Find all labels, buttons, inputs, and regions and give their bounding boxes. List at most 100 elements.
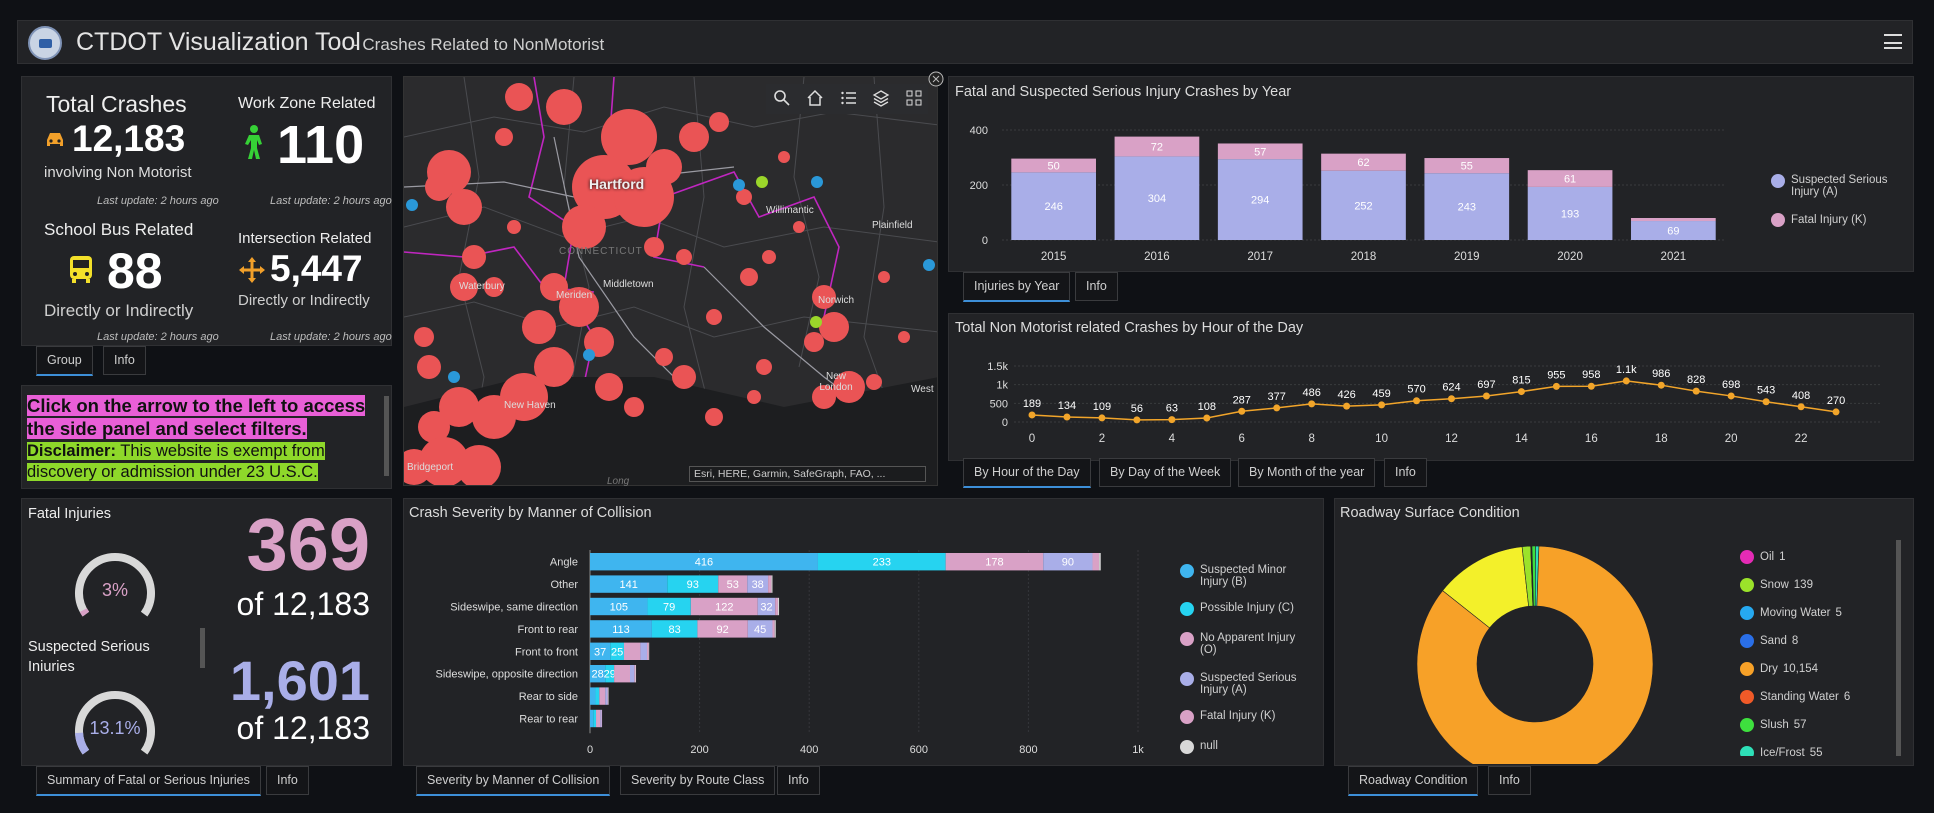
map-label-middletown: Middletown bbox=[603, 279, 654, 290]
hour-value-label: 624 bbox=[1442, 382, 1460, 394]
hour-value-label: 986 bbox=[1652, 368, 1670, 380]
schoolbus-sub: Directly or Indirectly bbox=[44, 301, 194, 320]
severity-chart: 0 200 400 600 800 1k Angle 416 233 178 90 Other 141 9… bbox=[436, 550, 1144, 756]
x-tick-label: 12 bbox=[1445, 433, 1458, 445]
legend-swatch-fatal2 bbox=[1180, 710, 1194, 724]
surface-legend-item[interactable]: Snow 139 bbox=[1740, 578, 1890, 606]
hour-point bbox=[1552, 382, 1560, 390]
workzone-updated: Last update: 2 hours ago bbox=[270, 195, 392, 207]
surface-legend-item[interactable]: Moving Water 5 bbox=[1740, 606, 1890, 634]
filter-instructions: Click on the arrow to the left to access… bbox=[27, 394, 382, 440]
tab-group[interactable]: Group bbox=[36, 346, 93, 376]
tab-severity-info[interactable]: Info bbox=[777, 766, 820, 795]
severity-bar-segment bbox=[600, 709, 602, 728]
hour-point bbox=[1413, 397, 1421, 405]
severity-bar-segment bbox=[774, 620, 776, 638]
surface-legend-scrollbar[interactable] bbox=[1896, 540, 1901, 756]
bar-value-label: 62 bbox=[1357, 157, 1369, 169]
fatal-label: Fatal Injuries bbox=[28, 506, 112, 522]
legend-swatch-null bbox=[1180, 740, 1194, 754]
surface-legend-item[interactable]: Sand 8 bbox=[1740, 634, 1890, 662]
tab-by-day-of-week[interactable]: By Day of the Week bbox=[1099, 458, 1232, 487]
tab-summary-info[interactable]: Info bbox=[266, 766, 309, 795]
school-bus-icon bbox=[70, 256, 92, 283]
surface-legend-label: Oil bbox=[1760, 551, 1775, 564]
severity-bar-segment bbox=[777, 597, 780, 616]
surface-legend-value: 57 bbox=[1793, 719, 1807, 732]
tab-by-month[interactable]: By Month of the year bbox=[1238, 458, 1376, 487]
y-tick-label: 1.5k bbox=[987, 361, 1008, 373]
tab-injuries-info[interactable]: Info bbox=[1075, 272, 1118, 301]
tab-surface-info[interactable]: Info bbox=[1488, 766, 1531, 795]
car-icon bbox=[47, 133, 63, 146]
intersection-arrows-icon bbox=[239, 257, 265, 283]
tab-by-hour-info[interactable]: Info bbox=[1384, 458, 1427, 487]
x-tick-label: 6 bbox=[1239, 433, 1245, 445]
home-icon[interactable] bbox=[806, 89, 824, 107]
severity-bar-segment bbox=[614, 665, 631, 683]
legend-swatch bbox=[1740, 550, 1754, 564]
hour-value-label: 108 bbox=[1198, 401, 1216, 413]
legend-swatch-possible bbox=[1180, 602, 1194, 616]
hamburger-menu-icon[interactable] bbox=[1884, 34, 1902, 49]
x-tick-label: 2021 bbox=[1661, 251, 1687, 263]
bar-value-label: 243 bbox=[1458, 202, 1476, 214]
layers-icon[interactable] bbox=[872, 89, 890, 107]
severity-bar-segment bbox=[634, 665, 636, 683]
map-label-state: CONNECTICUT bbox=[559, 246, 643, 257]
severity-bar-segment bbox=[635, 665, 637, 683]
hour-point bbox=[1168, 416, 1176, 424]
surface-legend-item[interactable]: Standing Water 6 bbox=[1740, 690, 1890, 718]
legend-swatch bbox=[1740, 606, 1754, 620]
x-tick-label: 2019 bbox=[1454, 251, 1480, 263]
intersection-value: 5,447 bbox=[270, 248, 363, 289]
surface-legend-item[interactable]: Ice/Frost 55 bbox=[1740, 746, 1890, 756]
app-subtitle: - Crashes Related to NonMotorist bbox=[352, 35, 605, 54]
surface-legend-label: Dry bbox=[1760, 663, 1778, 676]
segment-value-label: 37 bbox=[594, 646, 606, 658]
tab-injuries-by-year[interactable]: Injuries by Year bbox=[963, 272, 1071, 302]
y-tick-label: 500 bbox=[990, 398, 1008, 410]
hour-value-label: 698 bbox=[1722, 379, 1740, 391]
search-icon[interactable] bbox=[773, 89, 791, 107]
tab-roadway-condition[interactable]: Roadway Condition bbox=[1348, 766, 1479, 796]
segment-value-label: 29 bbox=[604, 669, 616, 681]
surface-legend-item[interactable]: Oil 1 bbox=[1740, 550, 1890, 578]
filter-instructions-text: Click on the arrow to the left to access… bbox=[27, 395, 366, 439]
tab-by-hour[interactable]: By Hour of the Day bbox=[963, 458, 1091, 488]
bar-value-label: 72 bbox=[1151, 142, 1163, 154]
segment-value-label: 105 bbox=[610, 602, 628, 614]
severity-bar-segment bbox=[640, 642, 647, 660]
hour-value-label: 134 bbox=[1058, 400, 1076, 412]
hour-line bbox=[1031, 380, 1837, 421]
severity-bar-segment bbox=[775, 597, 778, 616]
segment-value-label: 83 bbox=[669, 624, 681, 636]
schoolbus-updated: Last update: 2 hours ago bbox=[97, 331, 219, 343]
severity-bar-segment bbox=[607, 687, 609, 705]
map-label-west: West bbox=[911, 384, 934, 395]
total-crashes-updated: Last update: 2 hours ago bbox=[97, 195, 219, 207]
worker-icon bbox=[245, 125, 262, 159]
tab-severity-manner[interactable]: Severity by Manner of Collision bbox=[416, 766, 611, 796]
legend-swatch bbox=[1740, 718, 1754, 732]
bar-value-label: 57 bbox=[1254, 146, 1266, 158]
hour-point bbox=[1657, 381, 1665, 389]
surface-legend-label: Snow bbox=[1760, 579, 1789, 592]
app-title: CTDOT Visualization Tool bbox=[76, 28, 361, 56]
legend-list-icon[interactable] bbox=[840, 89, 858, 107]
hour-point bbox=[1447, 395, 1455, 403]
hour-value-label: 426 bbox=[1337, 389, 1355, 401]
legend-swatch-minor bbox=[1180, 564, 1194, 578]
surface-legend-item[interactable]: Slush 57 bbox=[1740, 718, 1890, 746]
severity-bar-segment bbox=[1099, 553, 1101, 571]
expand-icon[interactable] bbox=[928, 71, 944, 87]
tab-kpi-info[interactable]: Info bbox=[103, 346, 146, 375]
surface-legend-item[interactable]: Dry 10,154 bbox=[1740, 662, 1890, 690]
hour-point bbox=[1797, 403, 1805, 411]
severity-bar-segment bbox=[595, 687, 600, 705]
tab-summary[interactable]: Summary of Fatal or Serious Injuries bbox=[36, 766, 261, 796]
tab-severity-route[interactable]: Severity by Route Class bbox=[620, 766, 776, 795]
qr-grid-icon[interactable] bbox=[905, 89, 923, 107]
notice-scrollbar[interactable] bbox=[384, 396, 389, 476]
surface-legend-value: 10,154 bbox=[1782, 663, 1819, 676]
